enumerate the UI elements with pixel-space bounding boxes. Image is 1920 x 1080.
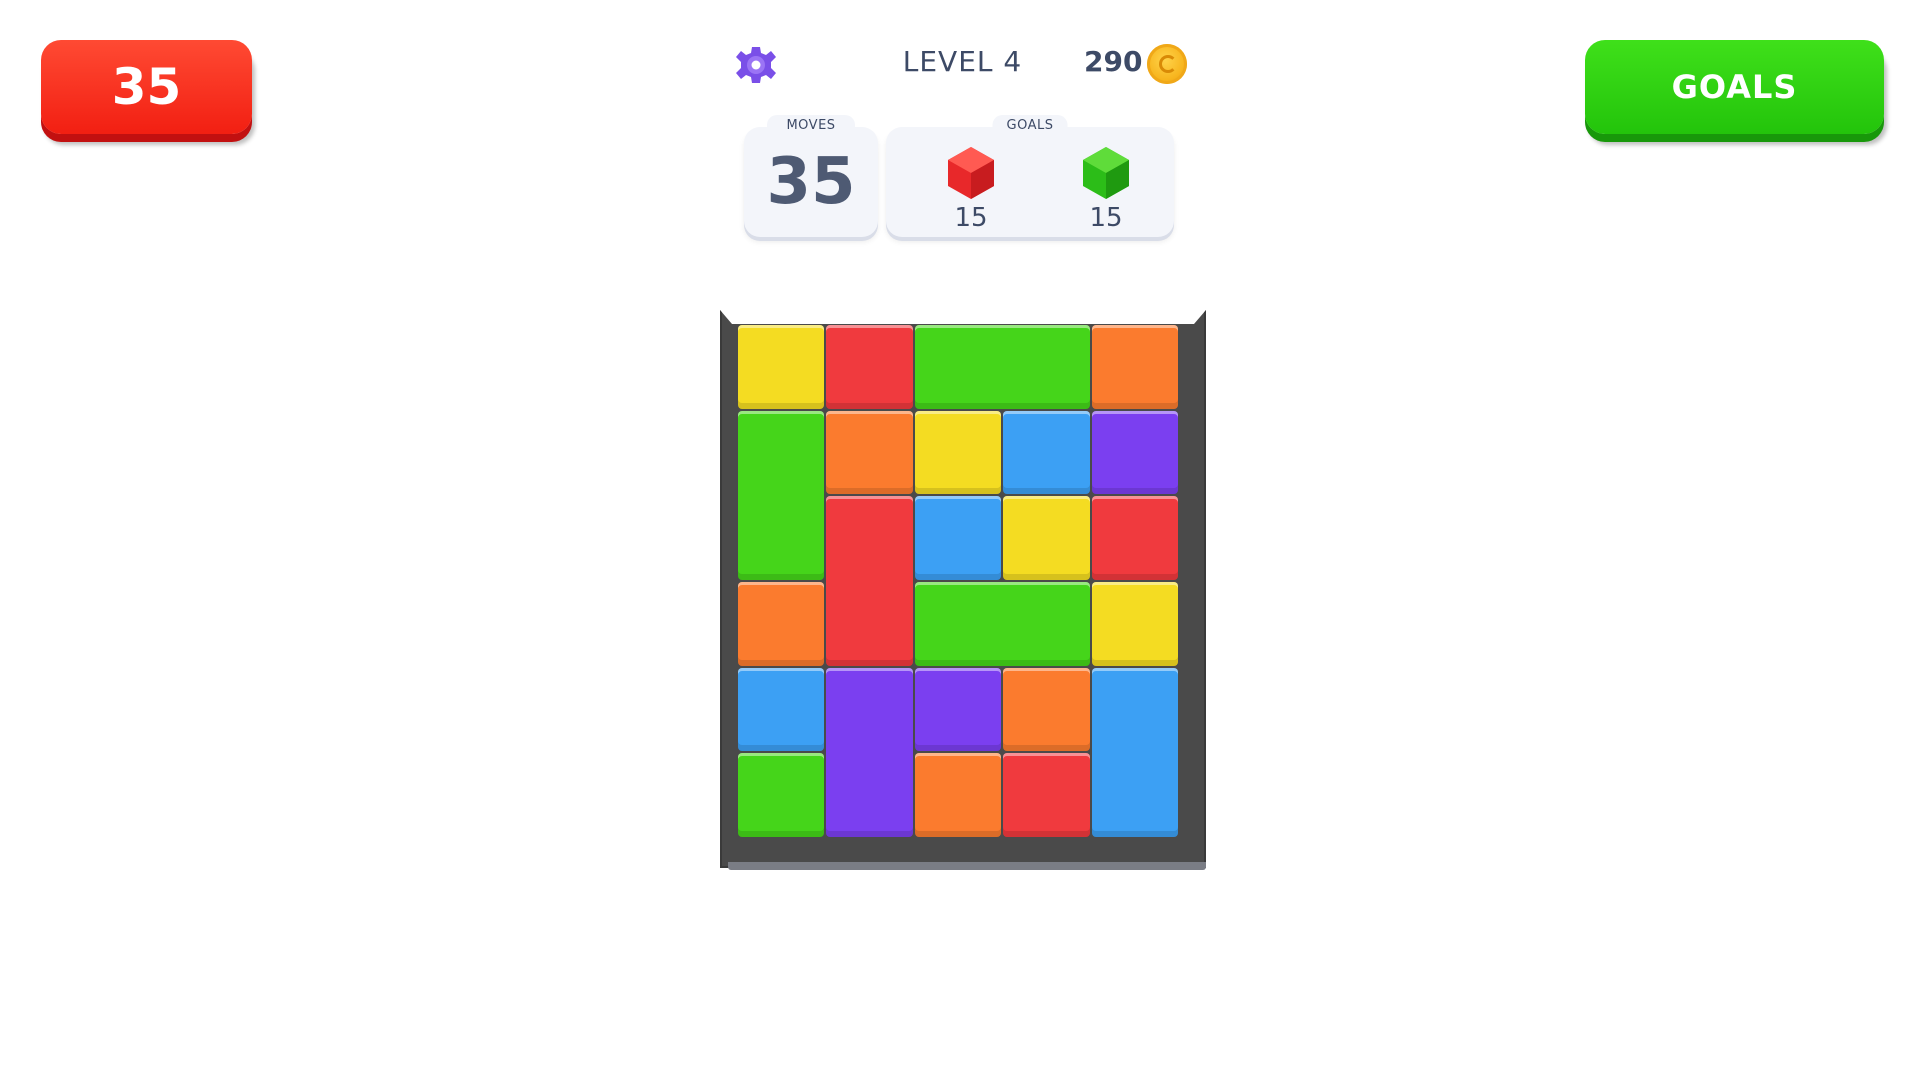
tile-orange[interactable]: [738, 582, 825, 666]
tile-green[interactable]: [738, 753, 825, 837]
goals-card-title: GOALS: [992, 115, 1068, 133]
moves-counter-button[interactable]: 35: [41, 40, 252, 134]
green-hexagon-icon: [1083, 147, 1129, 199]
tile-blue[interactable]: [914, 496, 1002, 580]
tile-green[interactable]: [914, 325, 1090, 409]
tile-yellow[interactable]: [738, 325, 825, 409]
tile-orange[interactable]: [1091, 325, 1178, 409]
tile-yellow[interactable]: [1091, 582, 1178, 666]
tile-green[interactable]: [738, 410, 825, 580]
goals-card: GOALS 15 15: [886, 115, 1174, 237]
moves-card-title: MOVES: [767, 115, 855, 133]
goals-button-label: GOALS: [1671, 68, 1798, 106]
game-board: [737, 324, 1179, 838]
board-base: [728, 862, 1206, 870]
goal-red: 15: [941, 145, 1001, 233]
tile-red[interactable]: [826, 325, 913, 409]
tile-purple[interactable]: [1091, 410, 1178, 495]
coin-count: 290: [1084, 45, 1143, 78]
goal-red-count: 15: [954, 203, 988, 233]
tile-red[interactable]: [1091, 496, 1178, 580]
goal-green-count: 15: [1089, 203, 1123, 233]
tile-purple[interactable]: [826, 667, 913, 837]
tile-blue[interactable]: [1091, 667, 1178, 837]
moves-card: MOVES 35: [744, 115, 878, 237]
tile-orange[interactable]: [826, 410, 913, 495]
tile-red[interactable]: [1003, 753, 1090, 837]
tile-yellow[interactable]: [1003, 496, 1090, 580]
red-hexagon-icon: [948, 147, 994, 199]
tile-orange[interactable]: [1003, 667, 1090, 752]
tile-red[interactable]: [826, 496, 913, 666]
moves-remaining-value: 35: [766, 145, 856, 219]
tile-blue[interactable]: [1003, 410, 1090, 495]
tile-purple[interactable]: [914, 667, 1002, 752]
gear-icon[interactable]: [735, 44, 777, 86]
tile-yellow[interactable]: [914, 410, 1002, 495]
tile-orange[interactable]: [914, 753, 1002, 837]
coin-icon: [1147, 44, 1187, 84]
level-label: LEVEL 4: [902, 45, 1023, 78]
goals-button[interactable]: GOALS: [1585, 40, 1884, 134]
tile-green[interactable]: [914, 582, 1090, 666]
tile-blue[interactable]: [738, 667, 825, 752]
goal-green: 15: [1076, 145, 1136, 233]
moves-counter-label: 35: [111, 58, 182, 116]
